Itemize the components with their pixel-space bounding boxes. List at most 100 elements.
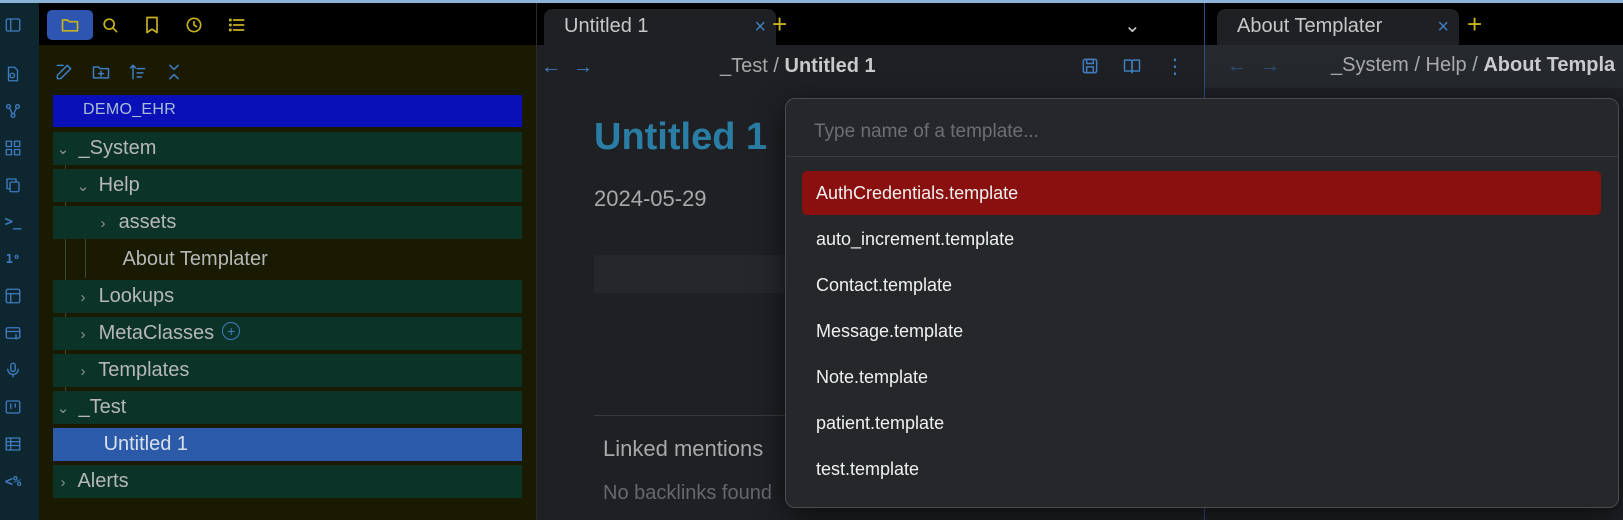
- template-suggestion[interactable]: Contact.template: [802, 263, 1601, 307]
- bookmarks-tab[interactable]: [137, 10, 167, 40]
- kanban-icon[interactable]: [0, 394, 26, 420]
- bookmark-icon: [146, 16, 158, 34]
- template-icon[interactable]: [0, 283, 26, 309]
- note-date[interactable]: 2024-05-29: [594, 186, 707, 212]
- tree-item-label: About Templater: [122, 248, 268, 270]
- add-circle-icon[interactable]: +: [222, 322, 241, 340]
- template-suggestion[interactable]: patient.template: [802, 401, 1601, 445]
- edit-icon: [56, 64, 72, 80]
- save-icon[interactable]: [1080, 56, 1102, 78]
- tab-untitled-1[interactable]: Untitled 1 ×: [544, 9, 776, 45]
- new-note-icon[interactable]: [0, 61, 26, 87]
- tree-file-untitled-1[interactable]: Untitled 1: [53, 428, 522, 461]
- right-pane-header: ← → _System / Help / About Templa: [1205, 45, 1623, 88]
- tree-folder-assets[interactable]: › assets: [53, 206, 522, 239]
- sort-icon: [129, 64, 146, 80]
- left-ribbon: >_ 1⁰ <%: [0, 3, 39, 520]
- editor-tab-bar: Untitled 1 × + ⌄: [537, 3, 1205, 45]
- template-picker-modal: AuthCredentials.template auto_increment.…: [785, 98, 1619, 508]
- breadcrumb-part[interactable]: Help: [1426, 54, 1467, 76]
- breadcrumb-separator: /: [773, 55, 779, 77]
- search-tab[interactable]: [95, 10, 125, 40]
- breadcrumb: _System / Help / About Templa: [1331, 54, 1615, 77]
- breadcrumb-current[interactable]: Untitled 1: [785, 55, 876, 77]
- tree-folder-alerts[interactable]: › Alerts: [53, 465, 522, 498]
- template-suggestion[interactable]: test.template: [802, 447, 1601, 491]
- breadcrumb-part[interactable]: _System: [1331, 54, 1409, 76]
- no-backlinks-text: No backlinks found: [603, 482, 772, 504]
- right-tab-bar: About Templater × +: [1205, 3, 1623, 45]
- template-search-input[interactable]: [786, 99, 1618, 157]
- app-window: >_ 1⁰ <% DEMO_EHR ⌄ _System ⌄ Help › ass…: [0, 0, 1623, 520]
- tab-title: About Templater: [1237, 15, 1383, 37]
- templater-icon[interactable]: <%: [0, 469, 26, 495]
- numbers-icon[interactable]: 1⁰: [0, 246, 26, 272]
- recent-tab[interactable]: [179, 10, 209, 40]
- new-tab-button[interactable]: +: [1467, 9, 1482, 40]
- vault-name[interactable]: DEMO_EHR: [53, 95, 522, 127]
- tree-folder-help[interactable]: ⌄ Help: [53, 169, 522, 202]
- chevron-down-icon[interactable]: ⌄: [1124, 13, 1141, 38]
- templater-glyph: <%: [4, 474, 22, 490]
- breadcrumb: _Test / Untitled 1: [720, 55, 876, 78]
- chevron-down-icon: ⌄: [76, 178, 90, 195]
- tree-item-label: assets: [118, 211, 177, 233]
- tree-item-label: Alerts: [77, 470, 129, 492]
- linked-mentions-heading[interactable]: Linked mentions: [603, 436, 763, 462]
- search-icon: [103, 18, 118, 33]
- chevron-right-icon: ›: [100, 215, 106, 232]
- files-tab[interactable]: [47, 10, 93, 40]
- tree-file-about-templater[interactable]: About Templater: [53, 243, 522, 276]
- new-tab-button[interactable]: +: [772, 9, 787, 40]
- close-icon[interactable]: ×: [1437, 16, 1449, 39]
- tree-item-label: Help: [98, 174, 140, 196]
- new-note-button[interactable]: [51, 59, 77, 85]
- tree-item-label: Lookups: [98, 285, 175, 307]
- collapse-icon: [169, 64, 179, 80]
- template-suggestion[interactable]: Note.template: [802, 355, 1601, 399]
- chevron-down-icon: ⌄: [56, 400, 70, 417]
- tree-item-label: _System: [78, 137, 157, 159]
- back-arrow-icon[interactable]: ←: [1227, 55, 1247, 78]
- tab-title: Untitled 1: [564, 15, 649, 37]
- back-arrow-icon[interactable]: ←: [541, 56, 563, 79]
- tree-item-label: Templates: [98, 359, 190, 381]
- sidebar-toggle-icon[interactable]: [0, 12, 26, 38]
- more-options-icon[interactable]: ⋮: [1165, 54, 1185, 79]
- tree-folder-templates[interactable]: › Templates: [53, 354, 522, 387]
- template-suggestion[interactable]: Message.template: [802, 309, 1601, 353]
- table-icon[interactable]: [0, 431, 26, 457]
- graph-icon[interactable]: [0, 98, 26, 124]
- canvas-icon[interactable]: [0, 135, 26, 161]
- terminal-glyph: >_: [4, 214, 22, 230]
- tree-folder-system[interactable]: ⌄ _System: [53, 132, 522, 165]
- card-add-icon[interactable]: [0, 320, 26, 346]
- breadcrumb-current[interactable]: About Templa: [1483, 54, 1615, 76]
- numbers-glyph: 1⁰: [5, 252, 21, 266]
- tree-folder-lookups[interactable]: › Lookups: [53, 280, 522, 313]
- template-suggestion[interactable]: AuthCredentials.template: [802, 171, 1601, 215]
- forward-arrow-icon[interactable]: →: [1260, 55, 1280, 78]
- copy-icon[interactable]: [0, 172, 26, 198]
- terminal-icon[interactable]: >_: [0, 209, 26, 235]
- tree-item-label: Untitled 1: [103, 433, 189, 455]
- microphone-icon[interactable]: [0, 357, 26, 383]
- collapse-all-button[interactable]: [161, 59, 187, 85]
- folder-icon: [61, 19, 79, 32]
- chevron-right-icon: ›: [80, 289, 86, 306]
- note-title[interactable]: Untitled 1: [594, 116, 767, 159]
- close-icon[interactable]: ×: [754, 16, 766, 39]
- tab-about-templater[interactable]: About Templater ×: [1217, 9, 1459, 45]
- template-suggestion[interactable]: auto_increment.template: [802, 217, 1601, 261]
- tree-folder-metaclasses[interactable]: › MetaClasses +: [53, 317, 522, 350]
- chevron-right-icon: ›: [80, 363, 86, 380]
- new-folder-button[interactable]: [88, 59, 114, 85]
- reading-view-icon[interactable]: [1122, 56, 1144, 78]
- chevron-down-icon: ⌄: [56, 141, 70, 158]
- outline-tab[interactable]: [222, 10, 252, 40]
- breadcrumb-parent[interactable]: _Test: [720, 55, 768, 77]
- tree-item-label: MetaClasses: [98, 322, 215, 344]
- sort-button[interactable]: [125, 59, 151, 85]
- forward-arrow-icon[interactable]: →: [573, 56, 593, 79]
- tree-folder-test[interactable]: ⌄ _Test: [53, 391, 522, 424]
